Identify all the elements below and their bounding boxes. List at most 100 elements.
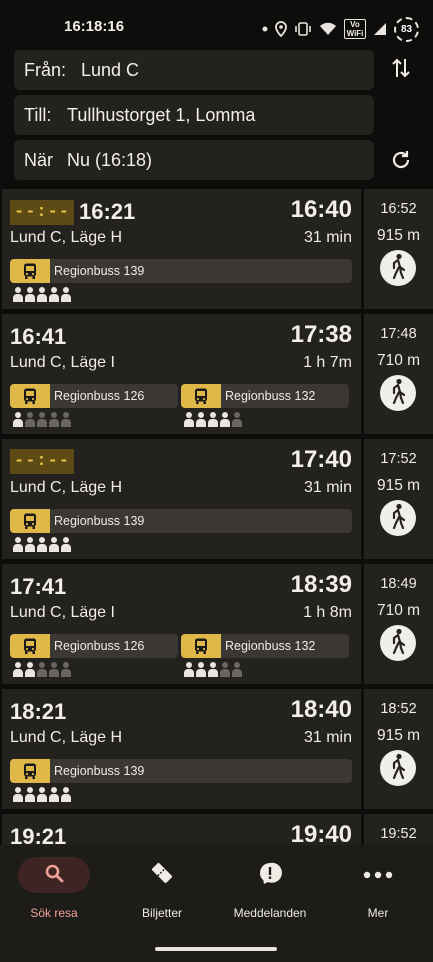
- bus-icon: [10, 384, 50, 408]
- crowd-person-icon: [60, 412, 72, 427]
- trip-duration: 1 h 8m: [303, 604, 352, 621]
- walk-arrival-time: 16:52: [380, 201, 417, 217]
- message-alert-icon: [258, 861, 282, 890]
- crowd-person-icon: [36, 412, 48, 427]
- crowd-person-icon: [24, 287, 36, 302]
- gesture-home-bar[interactable]: [155, 947, 277, 951]
- walk-arrival-time: 18:52: [380, 701, 417, 717]
- nav-messages[interactable]: Meddelanden: [216, 857, 324, 937]
- delay-placeholder: --:--: [10, 449, 75, 474]
- crowding-indicator: [12, 287, 72, 302]
- bus-line-label: Regionbuss 126: [54, 639, 145, 653]
- trip-main[interactable]: --:-- 17:40 Lund C, Läge H 31 min Regionbuss…: [2, 439, 361, 559]
- walk-distance: 915 m: [376, 227, 421, 244]
- walk-arrival-time: 17:52: [380, 451, 417, 467]
- walk-arrival-time: 18:49: [380, 576, 417, 592]
- crowd-person-icon: [219, 662, 231, 677]
- bus-leg[interactable]: Regionbuss 132: [181, 384, 349, 408]
- walk-distance: 915 m: [376, 477, 421, 494]
- walk-arrival-time: 17:48: [380, 326, 417, 342]
- bus-icon: [181, 634, 221, 658]
- bus-line-label: Regionbuss 132: [225, 389, 316, 403]
- arrival-time: 18:40: [290, 696, 352, 723]
- departure-stop: Lund C, Läge H: [10, 729, 123, 746]
- departure-time: 19:21: [10, 824, 67, 845]
- notification-dot-icon: [262, 26, 268, 32]
- trip-main[interactable]: --:-- 16:21 16:40 Lund C, Läge H 31 min Regio…: [2, 189, 361, 309]
- departure-time: 16:41: [10, 324, 67, 349]
- walking-person-icon: [388, 628, 408, 659]
- nav-search-pill: [18, 857, 90, 893]
- trip-card[interactable]: 18:21 18:40 Lund C, Läge H 31 min Regionbuss…: [0, 689, 433, 809]
- crowd-person-icon: [183, 662, 195, 677]
- walk-button[interactable]: [380, 250, 416, 286]
- walk-alternative[interactable]: 17:52 915 m: [364, 439, 433, 559]
- ticket-icon: [151, 862, 173, 889]
- trip-main[interactable]: 17:41 18:39 Lund C, Läge I 1 h 8m Regionbuss…: [2, 564, 361, 684]
- bus-leg[interactable]: Regionbuss 139: [10, 509, 352, 533]
- crowd-person-icon: [24, 662, 36, 677]
- bus-line-label: Regionbuss 139: [54, 514, 145, 528]
- refresh-button[interactable]: [380, 142, 422, 182]
- bus-icon: [10, 759, 50, 783]
- crowd-person-icon: [36, 537, 48, 552]
- trip-main[interactable]: 18:21 18:40 Lund C, Läge H 31 min Regionbuss…: [2, 689, 361, 809]
- trip-card[interactable]: --:-- 16:21 16:40 Lund C, Läge H 31 min Regio…: [0, 189, 433, 309]
- swap-button[interactable]: [380, 50, 422, 90]
- nav-more[interactable]: Mer: [324, 857, 432, 937]
- bus-icon: [181, 384, 221, 408]
- from-value: Lund C: [81, 59, 140, 80]
- nav-search-label: Sök resa: [30, 906, 78, 920]
- walking-person-icon: [388, 503, 408, 534]
- walk-alternative[interactable]: 16:52 915 m: [364, 189, 433, 309]
- refresh-icon: [390, 149, 412, 176]
- walk-alternative[interactable]: 18:49 710 m: [364, 564, 433, 684]
- bus-leg[interactable]: Regionbuss 126: [10, 634, 178, 658]
- departure: 19:21: [10, 824, 66, 845]
- departure-stop: Lund C, Läge H: [10, 229, 123, 246]
- bus-line-label: Regionbuss 139: [54, 264, 145, 278]
- crowding-indicator: [12, 412, 72, 427]
- trip-duration: 31 min: [303, 479, 352, 496]
- trip-card[interactable]: 19:21 19:40 19:52: [0, 814, 433, 845]
- walk-distance: 710 m: [376, 602, 421, 619]
- walk-button[interactable]: [380, 750, 416, 786]
- trip-list[interactable]: --:-- 16:21 16:40 Lund C, Läge H 31 min Regio…: [0, 189, 433, 845]
- departure-stop: Lund C, Läge I: [10, 604, 115, 621]
- walk-button[interactable]: [380, 375, 416, 411]
- walking-person-icon: [388, 378, 408, 409]
- crowd-person-icon: [24, 537, 36, 552]
- crowd-person-icon: [60, 787, 72, 802]
- arrival-time: 17:38: [290, 321, 352, 348]
- arrival-time: 19:40: [290, 821, 352, 845]
- nav-tickets-label: Biljetter: [141, 906, 182, 920]
- from-field[interactable]: Från: Lund C: [14, 50, 374, 90]
- bus-leg[interactable]: Regionbuss 139: [10, 759, 352, 783]
- to-field[interactable]: Till: Tullhustorget 1, Lomma: [14, 95, 374, 135]
- trip-card[interactable]: 16:41 17:38 Lund C, Läge I 1 h 7m Regionbuss…: [0, 314, 433, 434]
- crowd-person-icon: [219, 412, 231, 427]
- search-icon: [44, 863, 64, 888]
- bus-leg[interactable]: Regionbuss 139: [10, 259, 352, 283]
- walk-arrival-time: 19:52: [380, 826, 417, 842]
- nav-search-trip[interactable]: Sök resa: [0, 857, 108, 937]
- walk-alternative[interactable]: 17:48 710 m: [364, 314, 433, 434]
- trip-card[interactable]: --:-- 17:40 Lund C, Läge H 31 min Regionbuss…: [0, 439, 433, 559]
- nav-tickets[interactable]: Biljetter: [108, 857, 216, 937]
- crowd-person-icon: [231, 662, 243, 677]
- nav-messages-pill: [234, 857, 306, 893]
- walk-alternative[interactable]: 19:52: [364, 814, 433, 845]
- trip-main[interactable]: 16:41 17:38 Lund C, Läge I 1 h 7m Regionbuss…: [2, 314, 361, 434]
- trip-main[interactable]: 19:21 19:40: [2, 814, 361, 845]
- walk-button[interactable]: [380, 500, 416, 536]
- when-field[interactable]: När Nu (16:18): [14, 140, 374, 180]
- bus-leg[interactable]: Regionbuss 126: [10, 384, 178, 408]
- walk-alternative[interactable]: 18:52 915 m: [364, 689, 433, 809]
- walk-button[interactable]: [380, 625, 416, 661]
- departure: --:--: [10, 449, 79, 474]
- trip-card[interactable]: 17:41 18:39 Lund C, Läge I 1 h 8m Regionbuss…: [0, 564, 433, 684]
- to-label: Till:: [24, 104, 52, 125]
- bus-leg[interactable]: Regionbuss 132: [181, 634, 349, 658]
- crowd-person-icon: [12, 537, 24, 552]
- battery-indicator: 83: [394, 16, 419, 42]
